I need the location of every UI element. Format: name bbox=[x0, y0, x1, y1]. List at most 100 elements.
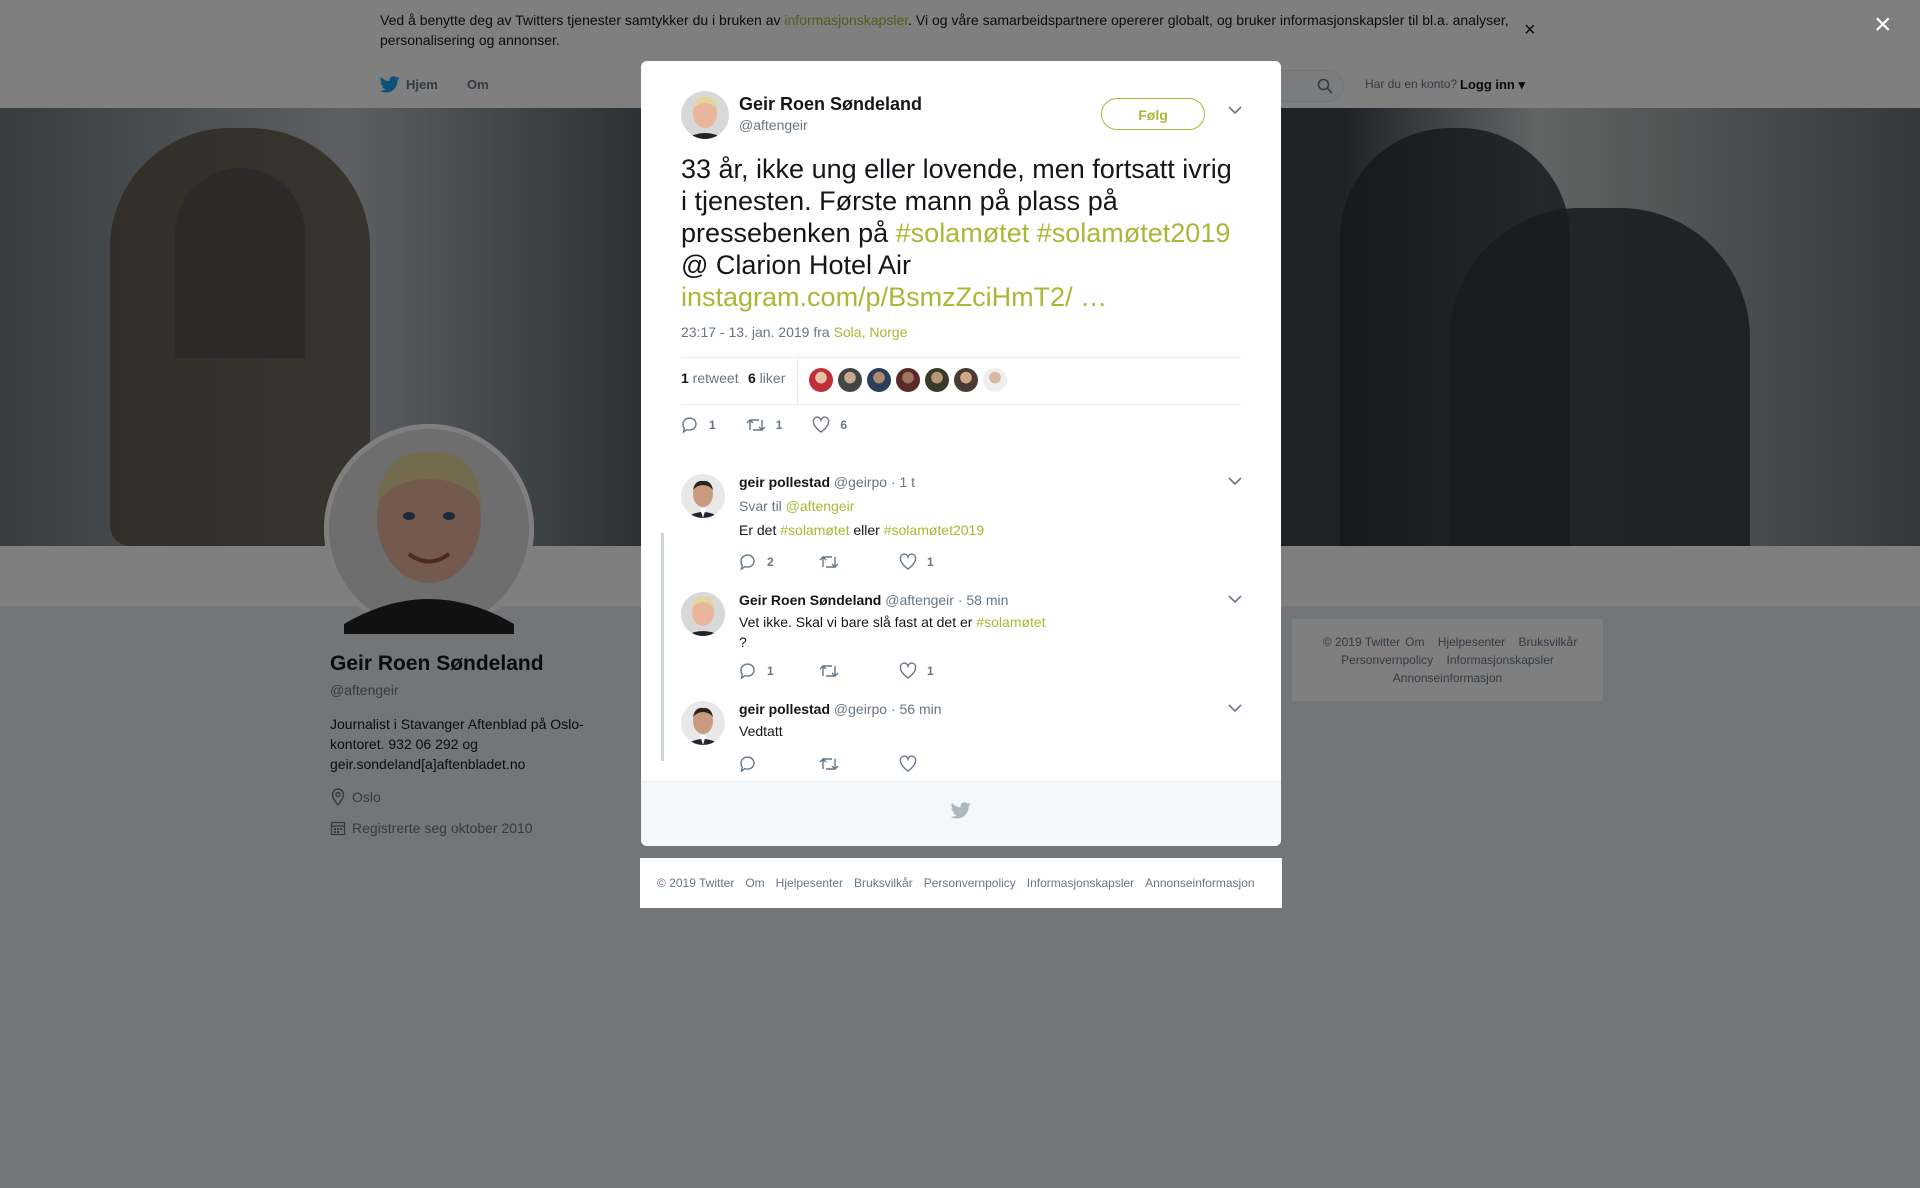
reply-button[interactable]: 2 bbox=[739, 553, 819, 571]
modal-overlay[interactable]: × Geir Roen Søndeland @aftengeir Følg 33… bbox=[0, 0, 1920, 1188]
like-count: 1 bbox=[927, 664, 934, 678]
reply-author-handle[interactable]: @aftengeir bbox=[885, 592, 954, 608]
tweet-modal: Geir Roen Søndeland @aftengeir Følg 33 å… bbox=[641, 61, 1281, 846]
hashtag-link[interactable]: #solamøtet2019 bbox=[1037, 218, 1231, 248]
footer-link-about[interactable]: Om bbox=[745, 876, 764, 890]
avatar[interactable] bbox=[954, 368, 978, 392]
like-button[interactable] bbox=[899, 755, 979, 773]
avatar[interactable] bbox=[681, 701, 725, 745]
reply-count: 2 bbox=[767, 555, 774, 569]
reply-author-handle[interactable]: @geirpo bbox=[834, 474, 887, 490]
retweet-button[interactable] bbox=[819, 662, 899, 680]
reply-to-handle[interactable]: @aftengeir bbox=[786, 498, 855, 514]
tweet-author-name[interactable]: Geir Roen Søndeland bbox=[739, 94, 922, 115]
reply-count: 1 bbox=[767, 664, 774, 678]
retweet-button[interactable] bbox=[819, 553, 899, 571]
tweet-time-text: 23:17 - 13. jan. 2019 fra bbox=[681, 324, 834, 340]
retweet-icon bbox=[819, 662, 839, 680]
avatar[interactable] bbox=[681, 474, 725, 518]
like-icon bbox=[899, 553, 917, 571]
footer-link-help[interactable]: Hjelpesenter bbox=[776, 876, 843, 890]
likers-avatars bbox=[809, 368, 1007, 392]
tweet-author-handle[interactable]: @aftengeir bbox=[739, 117, 808, 133]
reply-text: Vedtatt bbox=[739, 723, 783, 739]
like-button[interactable]: 1 bbox=[899, 553, 979, 571]
reply-text-part: ? bbox=[739, 634, 747, 650]
reply-button[interactable]: 1 bbox=[681, 416, 716, 434]
modal-bottom-footer: © 2019 Twitter Om Hjelpesenter Bruksvilk… bbox=[640, 858, 1282, 908]
retweet-button[interactable] bbox=[819, 755, 899, 773]
retweet-button[interactable]: 1 bbox=[746, 416, 783, 434]
follow-button[interactable]: Følg bbox=[1101, 98, 1205, 130]
like-icon bbox=[899, 755, 917, 773]
avatar[interactable] bbox=[983, 368, 1007, 392]
reply-button[interactable]: 1 bbox=[739, 662, 819, 680]
chevron-down-icon[interactable] bbox=[1228, 703, 1242, 713]
footer-link-ads-info[interactable]: Annonseinformasjon bbox=[1145, 876, 1254, 890]
reply-text-part: eller bbox=[849, 522, 884, 538]
retweet-stat[interactable]: 1 retweet bbox=[681, 370, 739, 386]
reply-author-name[interactable]: geir pollestad bbox=[739, 701, 830, 717]
hashtag-link[interactable]: #solamøtet bbox=[976, 614, 1045, 630]
like-stat[interactable]: 6 liker bbox=[748, 370, 785, 386]
hashtag-link[interactable]: #solamøtet2019 bbox=[884, 522, 984, 538]
tweet-actions: 1 1 6 bbox=[681, 416, 877, 434]
reply-time[interactable]: · 1 t bbox=[887, 474, 915, 490]
avatar[interactable] bbox=[867, 368, 891, 392]
hashtag-link[interactable]: #solamøtet bbox=[780, 522, 849, 538]
chevron-down-icon[interactable] bbox=[1228, 105, 1242, 115]
reply-actions: 2 1 bbox=[739, 553, 979, 571]
instagram-link[interactable]: instagram.com/p/BsmzZciHmT2/ … bbox=[681, 282, 1107, 312]
tweet-text-part: @ Clarion Hotel Air bbox=[681, 250, 911, 280]
avatar[interactable] bbox=[925, 368, 949, 392]
reply-count: 1 bbox=[709, 418, 716, 432]
reply-text-part: Er det bbox=[739, 522, 781, 538]
reply-button[interactable] bbox=[739, 755, 819, 773]
reply-to: Svar til @aftengeir bbox=[739, 498, 854, 514]
footer-copyright: © 2019 Twitter bbox=[657, 876, 735, 890]
retweet-count: 1 bbox=[775, 418, 783, 432]
hashtag-link[interactable]: #solamøtet bbox=[896, 218, 1030, 248]
tweet-header: Geir Roen Søndeland @aftengeir Følg bbox=[681, 91, 1242, 151]
reply-time[interactable]: · 56 min bbox=[887, 701, 942, 717]
avatar[interactable] bbox=[681, 592, 725, 636]
reply-tweet[interactable]: geir pollestad @geirpo · 56 min Vedtatt bbox=[681, 701, 1242, 781]
reply-text: Vet ikke. Skal vi bare slå fast at det e… bbox=[739, 612, 1219, 652]
chevron-down-icon[interactable] bbox=[1228, 594, 1242, 604]
reply-author-handle[interactable]: @geirpo bbox=[834, 701, 887, 717]
tweet-timestamp: 23:17 - 13. jan. 2019 fra Sola, Norge bbox=[681, 324, 908, 340]
avatar[interactable] bbox=[681, 91, 729, 139]
avatar[interactable] bbox=[809, 368, 833, 392]
reply-time[interactable]: · 58 min bbox=[954, 592, 1009, 608]
close-icon[interactable]: × bbox=[1874, 10, 1892, 40]
reply-text-part: Vet ikke. Skal vi bare slå fast at det e… bbox=[739, 614, 977, 630]
tweet-text: 33 år, ikke ung eller lovende, men forts… bbox=[681, 153, 1241, 313]
reply-icon bbox=[739, 553, 757, 571]
like-count: 6 bbox=[840, 418, 848, 432]
avatar[interactable] bbox=[896, 368, 920, 392]
like-button[interactable]: 1 bbox=[899, 662, 979, 680]
avatar[interactable] bbox=[838, 368, 862, 392]
stats-divider bbox=[797, 358, 798, 404]
reply-tweet[interactable]: Geir Roen Søndeland @aftengeir · 58 min … bbox=[681, 592, 1242, 692]
reply-author-name[interactable]: geir pollestad bbox=[739, 474, 830, 490]
retweet-icon bbox=[746, 416, 766, 434]
like-icon bbox=[899, 662, 917, 680]
tweet-location-link[interactable]: Sola, Norge bbox=[834, 324, 908, 340]
reply-tweet[interactable]: geir pollestad @geirpo · 1 t Svar til @a… bbox=[681, 474, 1242, 584]
thread-line bbox=[661, 533, 664, 653]
footer-link-cookies[interactable]: Informasjonskapsler bbox=[1027, 876, 1134, 890]
chevron-down-icon[interactable] bbox=[1228, 476, 1242, 486]
like-label: liker bbox=[755, 370, 786, 386]
footer-link-terms[interactable]: Bruksvilkår bbox=[854, 876, 913, 890]
retweet-icon bbox=[819, 553, 839, 571]
retweet-icon bbox=[819, 755, 839, 773]
reply-header: geir pollestad @geirpo · 1 t bbox=[739, 474, 915, 490]
like-count: 1 bbox=[927, 555, 934, 569]
like-count: 6 bbox=[748, 370, 756, 386]
footer-link-privacy[interactable]: Personvernpolicy bbox=[924, 876, 1016, 890]
like-button[interactable]: 6 bbox=[812, 416, 847, 434]
tweet-stats: 1 retweet 6 liker bbox=[681, 357, 1241, 405]
reply-author-name[interactable]: Geir Roen Søndeland bbox=[739, 592, 881, 608]
reply-header: Geir Roen Søndeland @aftengeir · 58 min bbox=[739, 592, 1008, 608]
